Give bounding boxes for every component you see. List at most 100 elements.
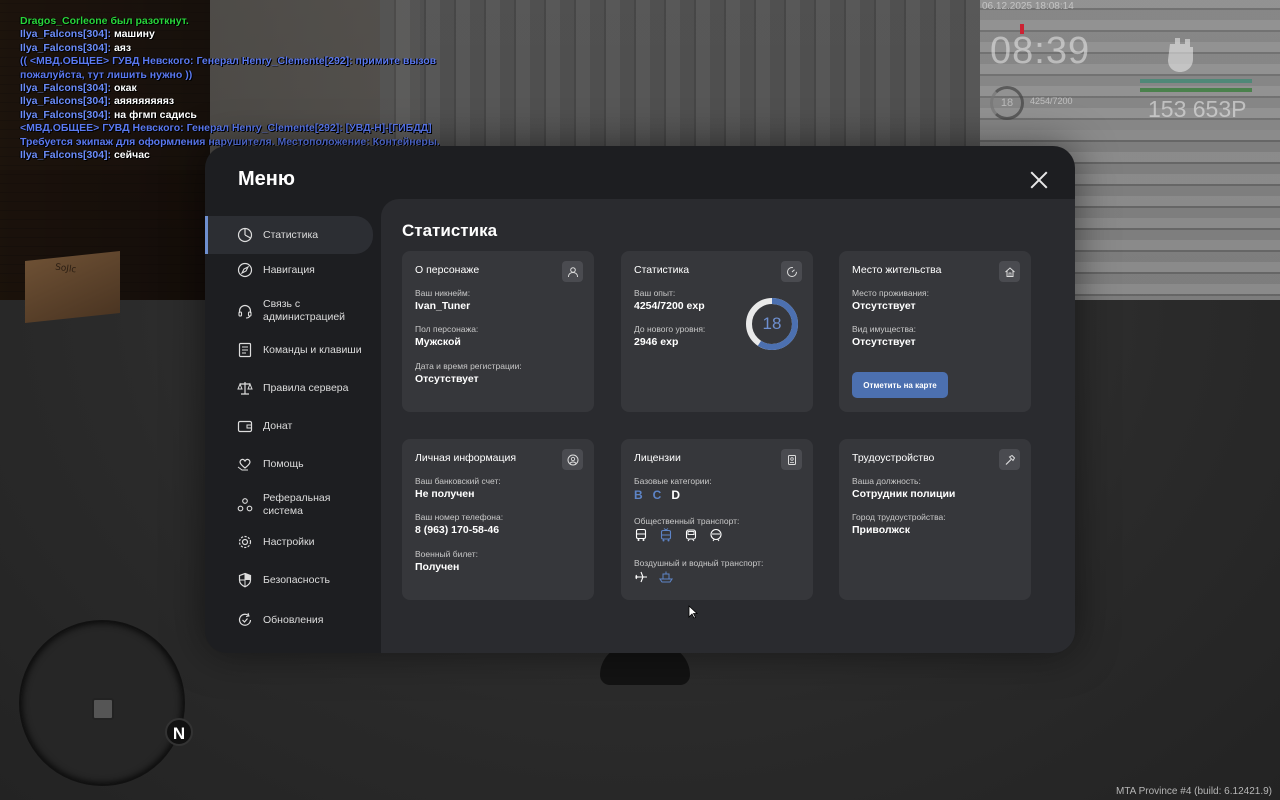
sidebar-item[interactable]: Правила сервера: [205, 372, 373, 404]
property-value: Отсутствует: [852, 336, 916, 348]
card-title: Место жительства: [852, 264, 942, 276]
phone-label: Ваш номер телефона:: [415, 512, 504, 522]
card-personal-info: Личная информация Ваш банковский счет: Н…: [402, 439, 594, 600]
sidebar-item[interactable]: Реферальная система: [205, 482, 373, 528]
exp-label: Ваш опыт:: [634, 288, 676, 298]
license-category: D: [671, 488, 681, 502]
chat-line: <МВД.ОБЩЕЕ> ГУВД Невского: Генерал Henry…: [20, 122, 440, 135]
residence-label: Место проживания:: [852, 288, 929, 298]
card-statistics: Статистика Ваш опыт: 4254/7200 exp До но…: [621, 251, 813, 412]
sidebar-item[interactable]: Настройки: [205, 526, 373, 558]
close-button[interactable]: [1027, 168, 1051, 192]
sidebar-item-label: Правила сервера: [263, 381, 349, 394]
chat-line: Ilya_Falcons[304]: машину: [20, 28, 440, 41]
card-residence: Место жительства Место проживания: Отсут…: [839, 251, 1031, 412]
gender-value: Мужской: [415, 336, 461, 348]
shield-icon: [237, 572, 253, 588]
build-info: MTA Province #4 (build: 6.12421.9): [1115, 786, 1272, 797]
scene-crate: [25, 251, 120, 323]
north-icon: N: [165, 718, 193, 746]
level-number: 18: [762, 314, 782, 333]
chat-segment: окак: [113, 82, 137, 95]
bank-account-label: Ваш банковский счет:: [415, 476, 501, 486]
card-title: Трудоустройство: [852, 452, 935, 464]
nickname-label: Ваш никнейм:: [415, 288, 471, 298]
sidebar-item[interactable]: Навигация: [205, 254, 373, 286]
next-level-value: 2946 exp: [634, 336, 679, 348]
sidebar-item-label: Статистика: [263, 228, 319, 241]
chat-line: Ilya_Falcons[304]: аяз: [20, 42, 440, 55]
scales-icon: [237, 380, 253, 396]
sidebar-item[interactable]: Обновления: [205, 604, 373, 636]
bus-icon: [634, 528, 648, 542]
card-licenses: Лицензии Базовые категории: BCD Обществе…: [621, 439, 813, 600]
registration-label: Дата и время регистрации:: [415, 361, 522, 371]
fist-icon: [1168, 38, 1193, 72]
hud-health-bar: [1140, 79, 1252, 83]
sidebar-item[interactable]: Безопасность: [205, 564, 373, 596]
chat-line: пожалуйста, тут лишить нужно )): [20, 69, 440, 82]
phone-value: 8 (963) 170-58-46: [415, 524, 500, 536]
air-water-label: Воздушный и водный транспорт:: [634, 558, 764, 568]
registration-value: Отсутствует: [415, 373, 479, 385]
sidebar-item-label: Реферальная система: [263, 492, 331, 517]
mark-on-map-button[interactable]: Отметить на карте: [852, 372, 948, 398]
military-id-label: Военный билет:: [415, 549, 479, 559]
sidebar-item-label: Помощь: [263, 457, 304, 470]
chat-line: Ilya_Falcons[304]: окак: [20, 82, 440, 95]
chat-segment: Ilya_Falcons[304]:: [20, 28, 114, 41]
player-marker-icon: [92, 698, 114, 720]
sidebar-item[interactable]: Связь с администрацией: [205, 288, 373, 334]
content-title: Статистика: [402, 221, 498, 240]
sidebar-item-label: Обновления: [263, 613, 324, 626]
compass-icon: [237, 262, 253, 278]
wallet-icon: [237, 418, 253, 434]
position-value: Сотрудник полиции: [852, 488, 956, 500]
chat-segment: Ilya_Falcons[304]:: [20, 108, 114, 121]
chat-segment: Ilya_Falcons[304]:: [20, 41, 114, 54]
chat-segment: (( <МВД.ОБЩЕЕ> ГУВД Невского: Генерал He…: [20, 55, 437, 68]
user-circle-icon: [562, 449, 583, 470]
hud-money: 153 653Р: [1148, 96, 1247, 122]
user-icon: [562, 261, 583, 282]
sidebar-item[interactable]: Статистика: [205, 216, 373, 254]
headset-icon: [237, 303, 253, 319]
refresh-check-icon: [237, 612, 253, 628]
public-transport-icons: [634, 528, 723, 542]
card-title: Личная информация: [415, 452, 517, 464]
hud-armor-bar: [1140, 88, 1252, 92]
chat-line: Dragos_Corleone был разоткнут.: [20, 15, 440, 28]
chat-line: (( <МВД.ОБЩЕЕ> ГУВД Невского: Генерал He…: [20, 55, 440, 68]
sidebar-item[interactable]: Помощь: [205, 448, 373, 480]
chat-segment: на фгмп садись: [113, 108, 197, 121]
chat-segment: пожалуйста, тут лишить нужно )): [20, 68, 193, 81]
mouse-cursor-icon: [688, 605, 698, 619]
property-label: Вид имущества:: [852, 324, 916, 334]
chat-segment: аяз: [113, 41, 132, 54]
plane-icon: [634, 570, 648, 584]
chat-segment: сейчас: [113, 149, 150, 162]
hud-exp: 4254/7200: [1030, 96, 1073, 106]
scene-container: [380, 0, 980, 160]
sidebar-item-label: Настройки: [263, 535, 315, 548]
chat-line: Ilya_Falcons[304]: на фгмп садись: [20, 109, 440, 122]
sidebar-item[interactable]: Донат: [205, 410, 373, 442]
tram-icon: [684, 528, 698, 542]
hud-level: 18: [1000, 97, 1014, 109]
city-value: Приволжск: [852, 524, 910, 536]
sidebar-item[interactable]: Команды и клавиши: [205, 334, 373, 366]
hud-date: 06.12.2025 18:08:14: [982, 1, 1074, 12]
chat-segment: <МВД.ОБЩЕЕ> ГУВД Невского: Генерал Henry…: [20, 122, 432, 135]
sidebar-item-label: Связь с администрацией: [263, 298, 346, 323]
id-card-icon: [781, 449, 802, 470]
exp-value: 4254/7200 exp: [634, 300, 705, 312]
hammer-icon: [999, 449, 1020, 470]
metro-icon: [709, 528, 723, 542]
gender-label: Пол персонажа:: [415, 324, 479, 334]
position-label: Ваша должность:: [852, 476, 921, 486]
license-category: C: [652, 488, 662, 502]
menu-sidebar: Статистика Навигация Связь с администрацие…: [205, 216, 381, 653]
chat-segment: Ilya_Falcons[304]:: [20, 82, 114, 95]
residence-value: Отсутствует: [852, 300, 916, 312]
card-employment: Трудоустройство Ваша должность: Сотрудни…: [839, 439, 1031, 600]
